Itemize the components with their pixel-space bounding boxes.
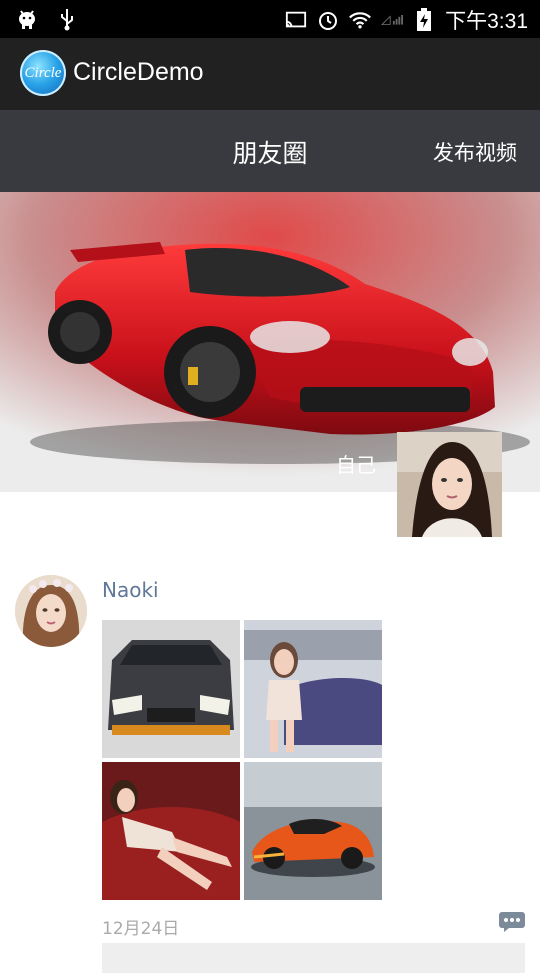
cover-user-name: 自己 <box>336 453 376 477</box>
comment-area <box>102 943 525 973</box>
comment-button[interactable] <box>498 911 526 933</box>
status-bar: 下午3:31 <box>0 0 540 38</box>
logo-text: Circle <box>24 64 62 81</box>
battery-charging-icon <box>413 8 435 32</box>
app-title: CircleDemo <box>73 58 204 86</box>
alarm-icon <box>317 8 339 32</box>
post-author-name[interactable]: Naoki <box>102 578 159 602</box>
post-photo-2[interactable] <box>244 620 382 758</box>
post-photo-4[interactable] <box>244 762 382 900</box>
signal-icon <box>381 8 404 32</box>
cast-icon <box>285 8 307 32</box>
title-bar: 朋友圈 发布视频 <box>0 110 540 192</box>
publish-video-button[interactable]: 发布视频 <box>433 137 517 167</box>
my-avatar[interactable] <box>397 432 502 537</box>
clock-text: 下午3:31 <box>445 10 528 33</box>
app-logo[interactable]: Circle <box>20 50 66 96</box>
post-photo-3[interactable] <box>102 762 240 900</box>
comment-icon <box>499 912 525 932</box>
action-bar: Circle CircleDemo <box>0 38 540 110</box>
post-author-avatar[interactable] <box>15 575 87 647</box>
wifi-icon <box>349 8 372 32</box>
post-photo-1[interactable] <box>102 620 240 758</box>
usb-icon <box>56 7 78 31</box>
post-date: 12月24日 <box>102 919 180 939</box>
android-icon <box>16 7 38 31</box>
